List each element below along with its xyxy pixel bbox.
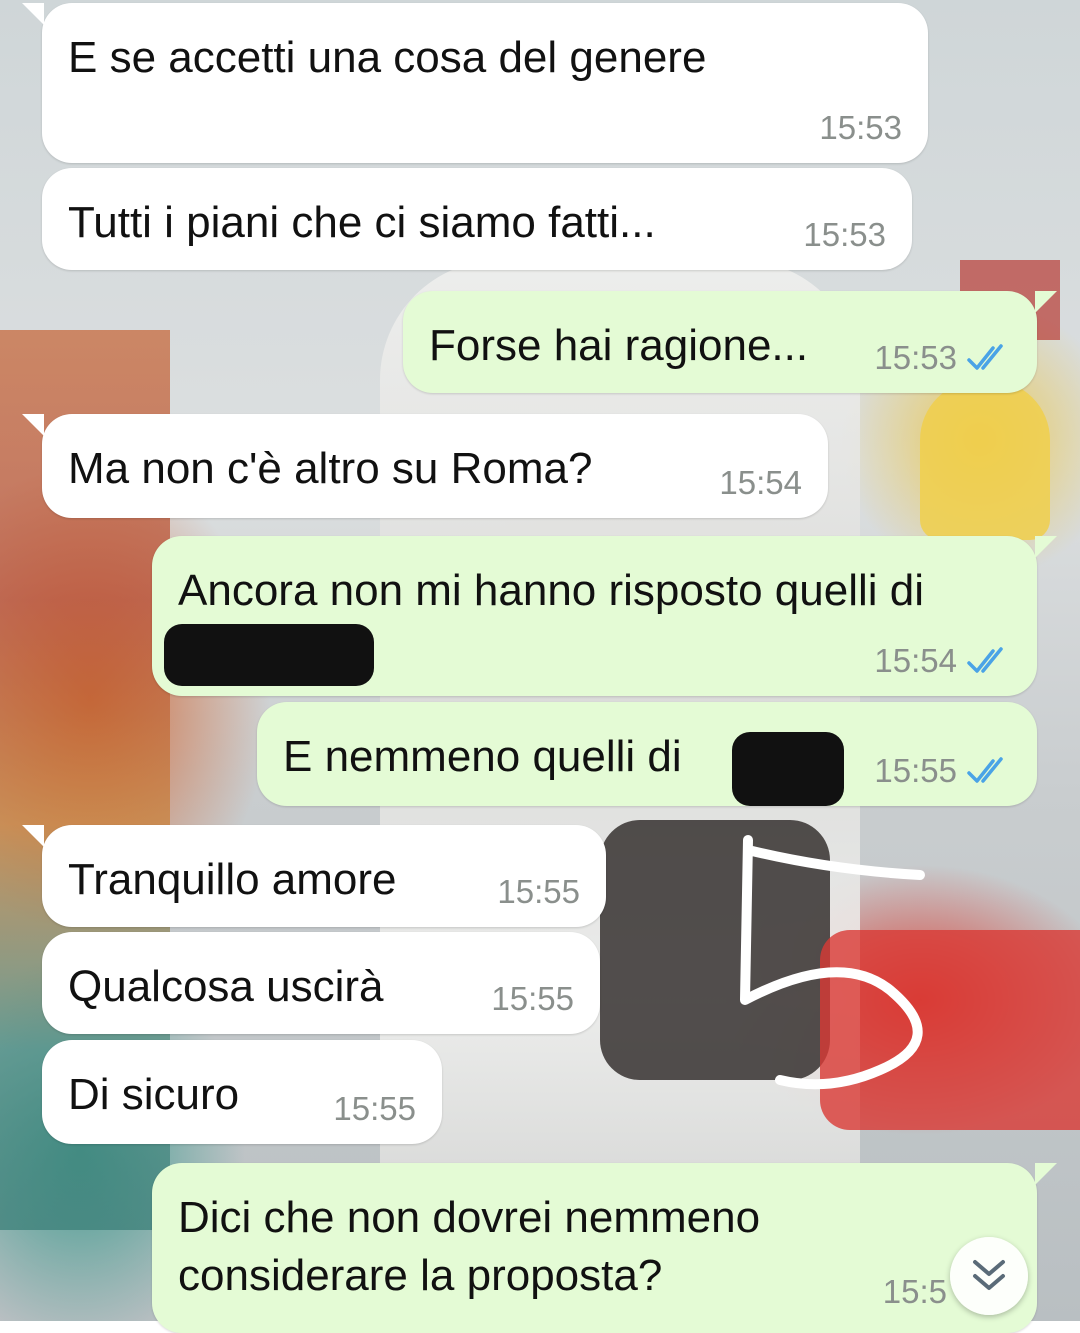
handwritten-number-drawing bbox=[740, 835, 925, 1090]
message-bubble-incoming[interactable]: Qualcosa uscirà 15:55 bbox=[42, 932, 600, 1034]
message-bubble-outgoing[interactable]: Ancora non mi hanno risposto quelli di 1… bbox=[152, 536, 1057, 696]
message-time: 15:54 bbox=[719, 464, 802, 501]
message-text: E se accetti una cosa del genere bbox=[68, 33, 707, 82]
double-check-icon bbox=[967, 344, 1003, 370]
message-time: 15:55 bbox=[874, 752, 957, 789]
message-time: 15:53 bbox=[819, 109, 902, 146]
message-bubble-incoming[interactable]: E se accetti una cosa del genere 15:53 bbox=[22, 3, 928, 163]
double-check-icon bbox=[967, 757, 1003, 783]
message-text: Ma non c'è altro su Roma? bbox=[68, 444, 593, 493]
message-text: Ancora non mi hanno risposto quelli di bbox=[178, 566, 925, 615]
wallpaper-doll bbox=[920, 380, 1050, 540]
message-bubble-outgoing[interactable]: E nemmeno quelli di 15:55 bbox=[257, 702, 1037, 806]
message-bubble-incoming[interactable]: Tranquillo amore 15:55 bbox=[22, 825, 606, 927]
double-check-icon bbox=[967, 647, 1003, 673]
chevron-double-down-icon bbox=[973, 1260, 1005, 1290]
message-time: 15:53 bbox=[874, 339, 957, 376]
message-time: 15:54 bbox=[874, 642, 957, 679]
message-bubble-incoming[interactable]: Tutti i piani che ci siamo fatti... 15:5… bbox=[42, 168, 912, 270]
message-time: 15:55 bbox=[333, 1090, 416, 1127]
message-time: 15:55 bbox=[491, 980, 574, 1017]
message-time: 15:55 bbox=[497, 873, 580, 910]
redaction-scribble bbox=[732, 732, 844, 806]
message-bubble-outgoing[interactable]: Dici che non dovrei nemmeno considerare … bbox=[152, 1163, 1057, 1333]
scroll-to-bottom-button[interactable] bbox=[950, 1237, 1028, 1315]
message-bubble-outgoing[interactable]: Forse hai ragione... 15:53 bbox=[403, 291, 1057, 393]
message-bubble-incoming[interactable]: Ma non c'è altro su Roma? 15:54 bbox=[22, 414, 828, 518]
message-text-line-1: Dici che non dovrei nemmeno bbox=[178, 1193, 761, 1242]
message-time: 15:53 bbox=[803, 216, 886, 253]
message-bubble-incoming[interactable]: Di sicuro 15:55 bbox=[42, 1040, 442, 1144]
redaction-scribble bbox=[164, 624, 374, 686]
message-time: 15:5 bbox=[882, 1273, 947, 1310]
message-text: Tutti i piani che ci siamo fatti... bbox=[68, 198, 656, 247]
